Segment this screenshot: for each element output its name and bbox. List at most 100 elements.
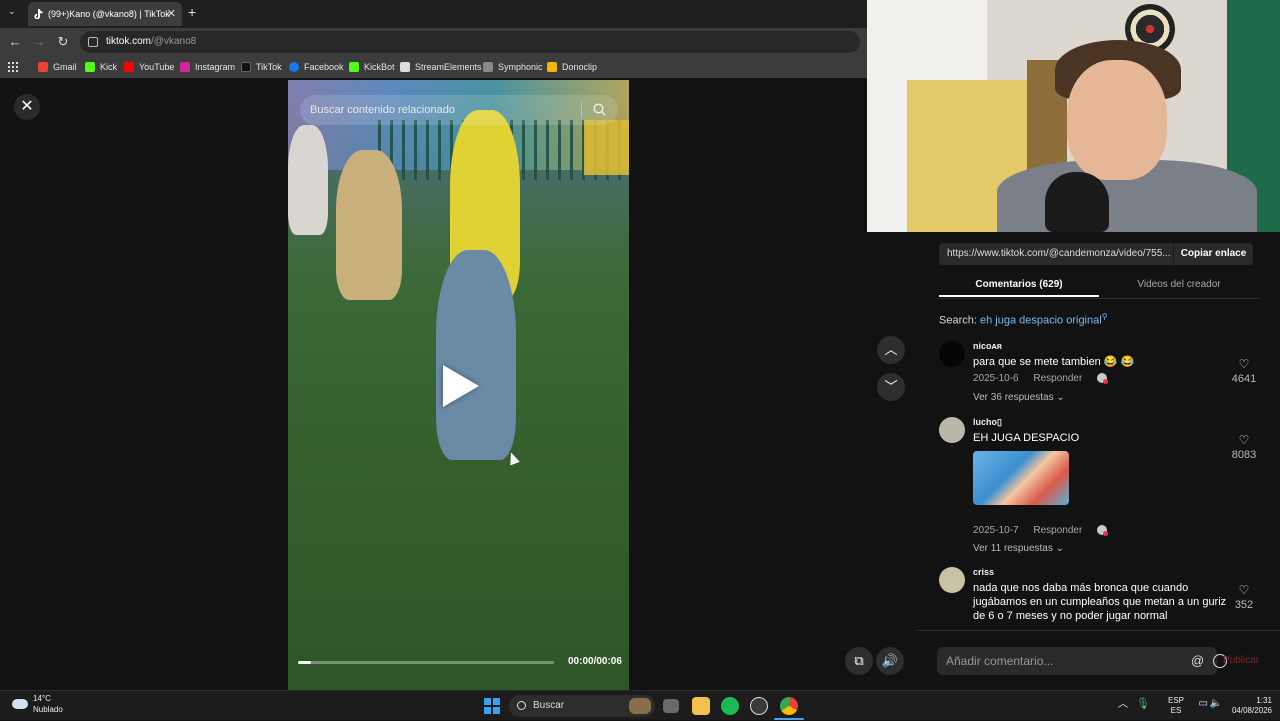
- forward-button[interactable]: →: [31, 34, 47, 50]
- reload-button[interactable]: ↻: [55, 34, 71, 50]
- video-person: [336, 150, 402, 300]
- video-time: 00:00/00:06: [568, 656, 622, 667]
- bookmark-gmail[interactable]: Gmail: [38, 56, 77, 78]
- avatar[interactable]: [939, 567, 965, 593]
- search-icon: ⚲: [1101, 312, 1108, 321]
- comment-username[interactable]: nicoᴀʀ: [973, 341, 1002, 351]
- close-icon: ✕: [20, 98, 34, 115]
- mention-icon[interactable]: @: [1191, 654, 1204, 668]
- windows-taskbar: 14°C Nublado Buscar ︿ 🎙 ESP ES ▭ 🔈 1:31 …: [0, 690, 1280, 720]
- close-tab-icon[interactable]: ✕: [167, 2, 176, 26]
- video-yellow-wall: [584, 120, 629, 175]
- comment-meta: 2025-10-6 Responder: [973, 373, 1109, 385]
- taskbar-search[interactable]: Buscar: [509, 695, 655, 717]
- spotify-icon[interactable]: [721, 697, 739, 715]
- comment-gif-image[interactable]: [973, 451, 1069, 505]
- browser-tab-active[interactable]: (99+)Kano (@vkano8) | TikTok ✕: [28, 2, 182, 26]
- video-person: [288, 125, 328, 235]
- donoclip-icon: [547, 61, 557, 72]
- related-search-input[interactable]: Buscar contenido relacionado: [300, 95, 618, 125]
- site-info-icon[interactable]: [88, 37, 98, 47]
- comment-item: lucho▯ EH JUGA DESPACIO 2025-10-7 Respon…: [939, 417, 1264, 557]
- comment-placeholder: Añadir comentario...: [946, 654, 1054, 668]
- comment-text: para que se mete tambien 😂 😂: [973, 356, 1135, 368]
- comment-username[interactable]: criss: [973, 567, 994, 577]
- app-icon[interactable]: [750, 697, 768, 715]
- avatar[interactable]: [939, 341, 965, 367]
- video-progress-fill: [298, 661, 311, 664]
- view-replies-button[interactable]: Ver 11 respuestas ⌄: [973, 543, 1064, 554]
- bookmark-kick[interactable]: Kick: [85, 56, 117, 78]
- bookmark-instagram[interactable]: Instagram: [180, 56, 235, 78]
- tab-comments[interactable]: Comentarios (629): [939, 275, 1099, 297]
- bookmark-youtube[interactable]: YouTube: [124, 56, 174, 78]
- bookmark-donoclip[interactable]: Donoclip: [547, 56, 597, 78]
- heart-icon[interactable]: ♡: [1224, 434, 1264, 446]
- video-person: [436, 250, 516, 460]
- bookmark-tiktok[interactable]: TikTok: [241, 56, 282, 78]
- reply-button[interactable]: Responder: [1033, 525, 1082, 536]
- search-icon[interactable]: [593, 103, 606, 116]
- previous-video-button[interactable]: ︿: [877, 336, 905, 364]
- task-view-icon[interactable]: [663, 699, 679, 713]
- like-count: 4641: [1231, 373, 1257, 385]
- video-progress-bar[interactable]: [298, 661, 554, 664]
- share-link-field[interactable]: https://www.tiktok.com/@candemonza/video…: [939, 243, 1173, 265]
- comment-tabs: Comentarios (629) Videos del creador: [939, 275, 1259, 299]
- chevron-up-icon[interactable]: ︿: [1118, 700, 1128, 710]
- bookmark-kickbot[interactable]: KickBot: [349, 56, 395, 78]
- tab-creator-videos[interactable]: Videos del creador: [1099, 275, 1259, 297]
- chevron-down-icon: ﹀: [884, 379, 898, 394]
- webcam-microphone: [1045, 172, 1109, 232]
- tab-search-chevron-icon[interactable]: ⌄: [8, 6, 16, 17]
- search-suggestion[interactable]: Search: eh juga despacio original⚲: [939, 312, 1108, 327]
- reply-button[interactable]: Responder: [1033, 373, 1082, 384]
- tiktok-icon: [241, 61, 251, 72]
- bookmark-symphonic[interactable]: Symphonic: [483, 56, 543, 78]
- like-group[interactable]: ♡ 8083: [1224, 434, 1264, 461]
- search-query-link[interactable]: eh juga despacio original: [980, 315, 1102, 327]
- windows-start-icon[interactable]: [484, 698, 500, 714]
- new-tab-button[interactable]: +: [188, 4, 196, 20]
- like-group[interactable]: ♡ 4641: [1224, 358, 1264, 385]
- close-video-button[interactable]: ✕: [14, 94, 40, 120]
- bookmark-facebook[interactable]: Facebook: [289, 56, 344, 78]
- kickbot-icon: [349, 61, 359, 72]
- heart-icon[interactable]: ♡: [1224, 584, 1264, 596]
- heart-icon[interactable]: ♡: [1224, 358, 1264, 370]
- comment-input[interactable]: Añadir comentario... @: [937, 647, 1227, 675]
- next-video-button[interactable]: ﹀: [877, 373, 905, 401]
- miniplayer-button[interactable]: ⧉: [845, 647, 873, 675]
- play-icon[interactable]: [443, 365, 479, 407]
- bookmarks-bar: Gmail Kick YouTube Instagram TikTok Face…: [0, 56, 868, 78]
- comment-item: nicoᴀʀ para que se mete tambien 😂 😂 2025…: [939, 341, 1264, 411]
- weather-desc: Nublado: [33, 705, 63, 714]
- chrome-icon[interactable]: [780, 697, 798, 715]
- view-replies-button[interactable]: Ver 36 respuestas ⌄: [973, 392, 1065, 403]
- comment-username[interactable]: lucho▯: [973, 417, 1002, 428]
- like-group[interactable]: ♡ 352: [1224, 584, 1264, 611]
- address-bar[interactable]: tiktok.com/@vkano8: [80, 31, 860, 53]
- comment-text: EH JUGA DESPACIO: [973, 432, 1080, 444]
- publish-button[interactable]: Publicar: [1223, 655, 1259, 666]
- gmail-icon: [38, 61, 48, 72]
- file-explorer-icon[interactable]: [692, 697, 710, 715]
- network-icon[interactable]: ▭: [1199, 699, 1208, 709]
- apps-grid-icon[interactable]: [8, 62, 18, 72]
- comment-composer: Añadir comentario... @ Publicar: [917, 630, 1280, 690]
- microphone-icon[interactable]: 🎙: [1136, 699, 1150, 710]
- language-indicator[interactable]: ESP ES: [1168, 696, 1184, 716]
- bookmark-streamelements[interactable]: StreamElements: [400, 56, 482, 78]
- search-icon: [517, 701, 526, 710]
- back-button[interactable]: ←: [7, 34, 23, 50]
- video-player[interactable]: Buscar contenido relacionado 00:00/00:06: [288, 80, 629, 690]
- copy-link-button[interactable]: Copiar enlace: [1173, 243, 1253, 265]
- clock[interactable]: 1:31 04/08/2026: [1232, 696, 1272, 716]
- comment-text: nada que nos daba más bronca que cuando …: [973, 582, 1227, 622]
- facebook-icon: [289, 61, 299, 72]
- youtube-icon: [124, 61, 134, 72]
- volume-button[interactable]: 🔊: [876, 647, 904, 675]
- volume-icon[interactable]: 🔈: [1210, 699, 1222, 709]
- clock-time: 1:31: [1256, 696, 1272, 705]
- avatar[interactable]: [939, 417, 965, 443]
